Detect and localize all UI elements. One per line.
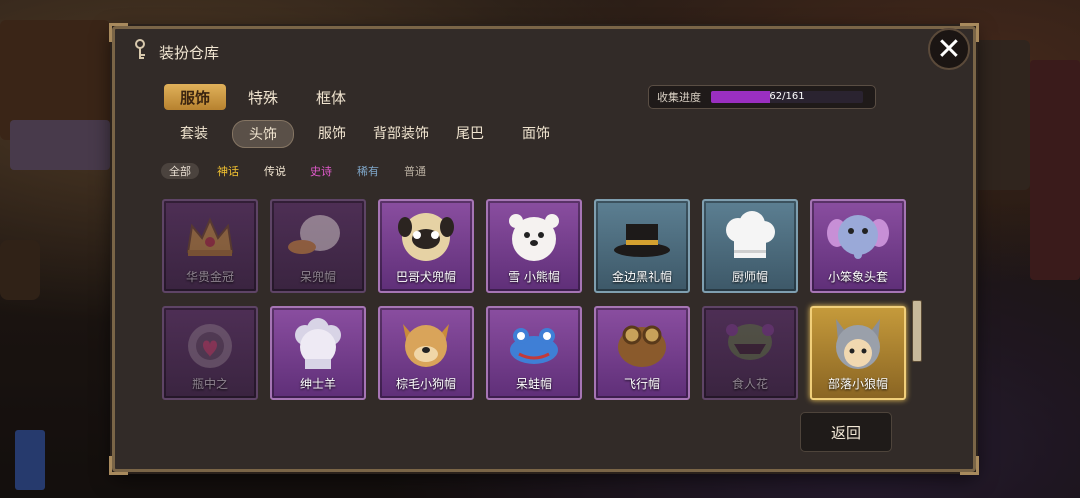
item-card[interactable]: 瓶中之 [162,306,258,400]
close-icon: ✕ [936,31,962,67]
item-card[interactable]: 绅士羊 [270,306,366,400]
item-card[interactable]: 棕毛小狗帽 [378,306,474,400]
item-card[interactable]: 华贵金冠 [162,199,258,293]
tab-special[interactable]: 特殊 [236,84,290,110]
progress-label: 收集进度 [657,91,701,104]
item-name: 食人花 [731,377,768,391]
tab-clothing[interactable]: 服饰 [164,84,226,110]
subtab-clothing[interactable]: 服饰 [308,120,356,146]
subtab-back[interactable]: 背部装饰 [366,120,436,146]
filter-legendary[interactable]: 传说 [257,163,293,179]
filter-common[interactable]: 普通 [397,163,433,179]
scrollbar-thumb[interactable] [912,300,922,362]
window-title: 装扮仓库 [159,43,220,62]
item-card[interactable]: 飞行帽 [594,306,690,400]
panel-corner [109,456,128,475]
subtab-headwear[interactable]: 头饰 [232,120,294,148]
filter-all[interactable]: 全部 [161,163,199,179]
filter-rare[interactable]: 稀有 [350,163,386,179]
item-name: 呆蛙帽 [515,377,552,391]
close-button[interactable]: ✕ [928,28,970,70]
item-name: 棕毛小狗帽 [395,377,456,391]
item-name: 小笨象头套 [827,270,888,284]
filter-epic[interactable]: 史诗 [303,163,339,179]
item-card[interactable]: 呆蛙帽 [486,306,582,400]
item-card[interactable]: 部落小狼帽 [810,306,906,400]
item-name: 厨师帽 [731,270,768,284]
dog-hat-icon [380,314,472,374]
item-name: 呆兜帽 [299,270,336,284]
top-hat-icon [596,207,688,267]
filter-mythic[interactable]: 神话 [210,163,246,179]
jar-icon [164,314,256,374]
item-card[interactable]: 金边黑礼帽 [594,199,690,293]
wolf-hood-icon [812,314,904,374]
item-card[interactable]: 巴哥犬兜帽 [378,199,474,293]
bear-hat-icon [488,207,580,267]
item-card[interactable]: 小笨象头套 [810,199,906,293]
back-button[interactable]: 返回 [800,412,892,452]
item-name: 瓶中之 [191,377,228,391]
back-button-label: 返回 [830,423,861,442]
subtab-tail[interactable]: 尾巴 [446,120,494,146]
panel-corner [109,23,128,42]
item-name: 绅士羊 [299,377,336,391]
elephant-hood-icon [812,207,904,267]
pug-hood-icon [380,207,472,267]
key-icon [133,39,147,65]
panel-corner [960,456,979,475]
piranha-plant-icon [704,314,796,374]
item-card[interactable]: 雪 小熊帽 [486,199,582,293]
item-name: 巴哥犬兜帽 [395,270,456,284]
frog-hat-icon [488,314,580,374]
chef-hat-icon [704,207,796,267]
item-card[interactable]: 厨师帽 [702,199,798,293]
item-name: 飞行帽 [623,377,660,391]
item-card[interactable]: 食人花 [702,306,798,400]
item-card[interactable]: 呆兜帽 [270,199,366,293]
duck-hood-icon [272,207,364,267]
aviator-hat-icon [596,314,688,374]
item-name: 部落小狼帽 [827,377,888,391]
collection-progress: 收集进度 62/161 [648,85,876,109]
progress-bar: 62/161 [711,91,863,103]
item-name: 金边黑礼帽 [611,270,672,284]
crown-icon [164,207,256,267]
progress-count: 62/161 [769,91,805,102]
item-name: 华贵金冠 [185,270,234,284]
subtab-suit[interactable]: 套装 [170,120,218,146]
subtab-face[interactable]: 面饰 [512,120,560,146]
tab-frame[interactable]: 框体 [304,84,358,110]
item-name: 雪 小熊帽 [508,270,560,284]
sheep-hood-icon [272,314,364,374]
